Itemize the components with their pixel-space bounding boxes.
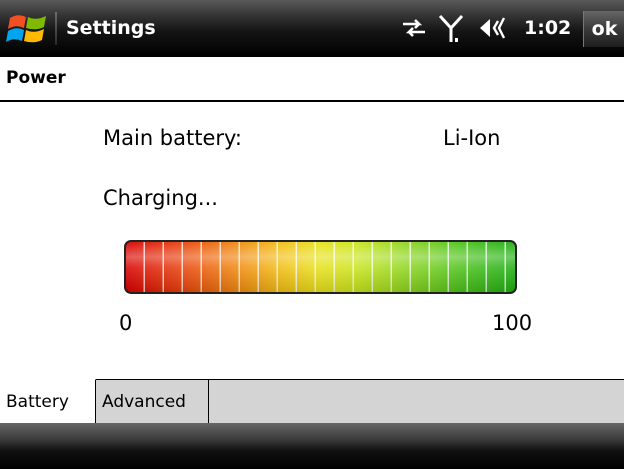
main-battery-label: Main battery: — [103, 126, 243, 150]
title-bar: Settings 1:02 ok — [0, 0, 624, 57]
ok-button[interactable]: ok — [583, 11, 624, 47]
title-separator — [55, 12, 57, 45]
section-divider — [0, 100, 624, 102]
windows-start-icon[interactable] — [6, 10, 50, 48]
battery-min-label: 0 — [119, 311, 133, 335]
battery-level-bar — [124, 240, 517, 294]
battery-max-label: 100 — [492, 311, 533, 335]
tab-strip: Battery Advanced — [0, 379, 624, 423]
connectivity-icon[interactable] — [400, 14, 428, 46]
battery-type-value: Li-Ion — [443, 126, 501, 150]
battery-bar-gloss — [126, 242, 515, 292]
signal-icon[interactable] — [438, 14, 464, 48]
volume-icon[interactable] — [478, 14, 512, 46]
tab-battery[interactable]: Battery — [0, 379, 96, 423]
section-title: Power — [6, 68, 66, 88]
charging-status: Charging... — [103, 186, 218, 210]
clock[interactable]: 1:02 — [524, 13, 571, 43]
softkey-bar[interactable] — [0, 423, 624, 469]
app-title: Settings — [66, 17, 156, 39]
tab-advanced[interactable]: Advanced — [96, 379, 209, 423]
